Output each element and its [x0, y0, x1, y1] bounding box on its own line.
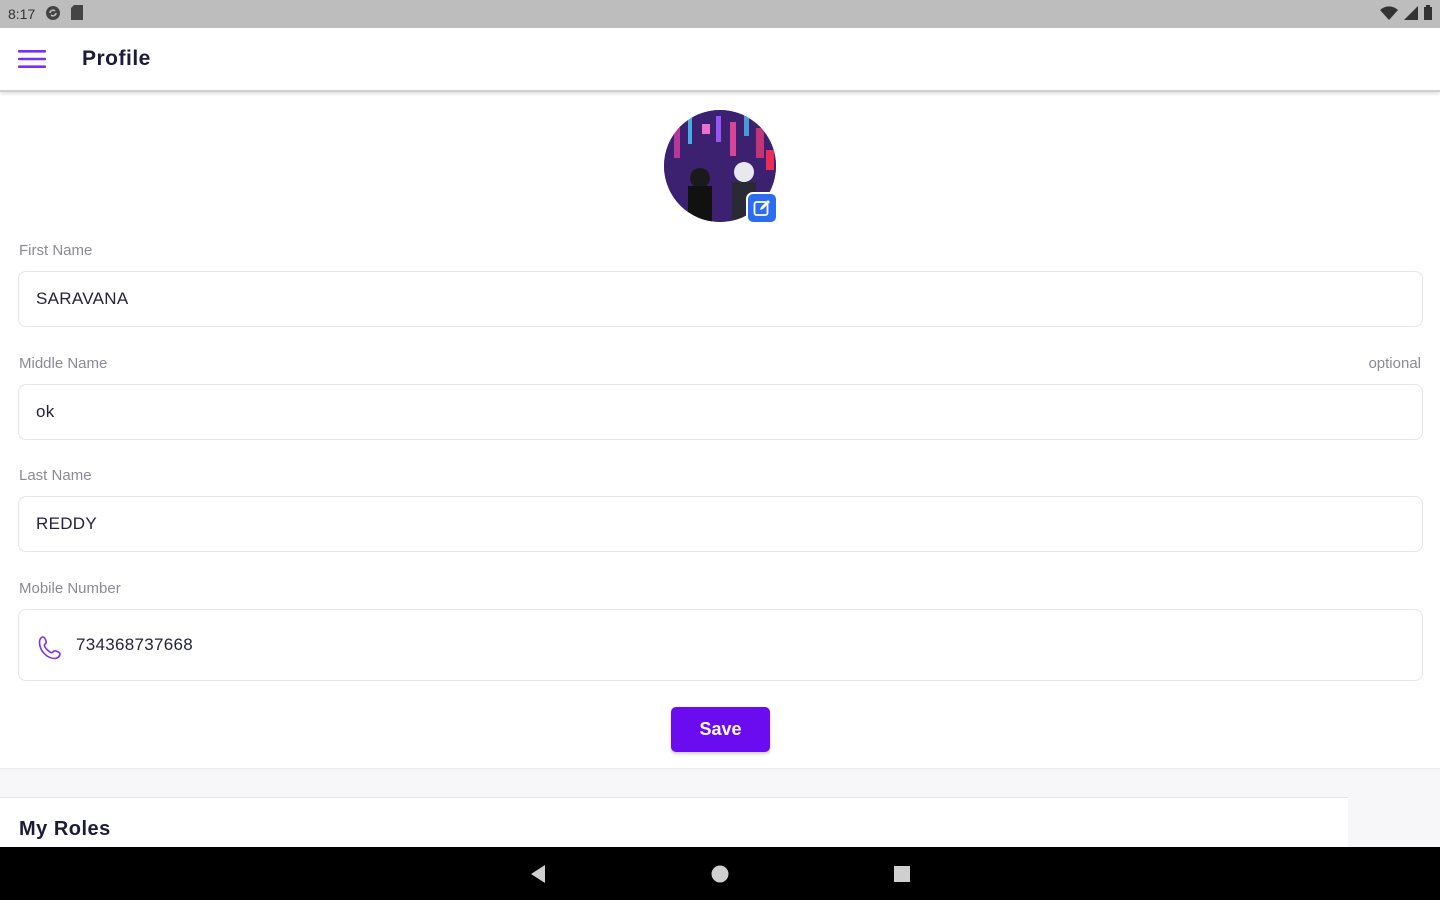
my-roles-section: My Roles [0, 797, 1348, 847]
hamburger-menu-icon[interactable] [12, 39, 52, 79]
recents-icon[interactable] [872, 847, 932, 900]
edit-pencil-icon[interactable] [746, 192, 778, 224]
sync-icon [45, 5, 61, 24]
roles-side-panel [1348, 797, 1440, 847]
system-nav-bar [0, 847, 1440, 900]
profile-form: First Name SARAVANA Middle Name optional… [0, 92, 1440, 847]
first-name-field[interactable]: SARAVANA [18, 271, 1423, 327]
mobile-number-label: Mobile Number [19, 580, 121, 597]
first-name-label: First Name [19, 242, 93, 259]
middle-name-value: ok [36, 402, 55, 421]
last-name-field[interactable]: REDDY [18, 496, 1423, 552]
status-time: 8:17 [8, 6, 36, 22]
app-bar: Profile [0, 28, 1440, 92]
avatar-container [664, 110, 778, 224]
home-icon[interactable] [690, 847, 750, 900]
status-bar: 8:17 [0, 0, 1440, 28]
middle-name-field[interactable]: ok [18, 384, 1423, 440]
phone-icon [36, 634, 64, 662]
middle-name-label: Middle Name [19, 355, 108, 372]
mobile-number-value: 734368737668 [76, 635, 194, 654]
save-button[interactable]: Save [671, 707, 770, 752]
battery-icon [1424, 5, 1432, 23]
section-divider [0, 768, 1440, 798]
middle-name-optional-hint: optional [1368, 355, 1421, 372]
back-icon[interactable] [508, 847, 568, 900]
signal-icon [1404, 5, 1418, 23]
wifi-icon [1380, 5, 1398, 23]
page-title: Profile [82, 47, 151, 70]
sim-card-icon [71, 5, 84, 23]
my-roles-title: My Roles [19, 818, 111, 840]
first-name-value: SARAVANA [36, 289, 129, 308]
mobile-number-field[interactable]: 734368737668 [18, 609, 1423, 681]
last-name-label: Last Name [19, 467, 92, 484]
last-name-value: REDDY [36, 514, 98, 533]
